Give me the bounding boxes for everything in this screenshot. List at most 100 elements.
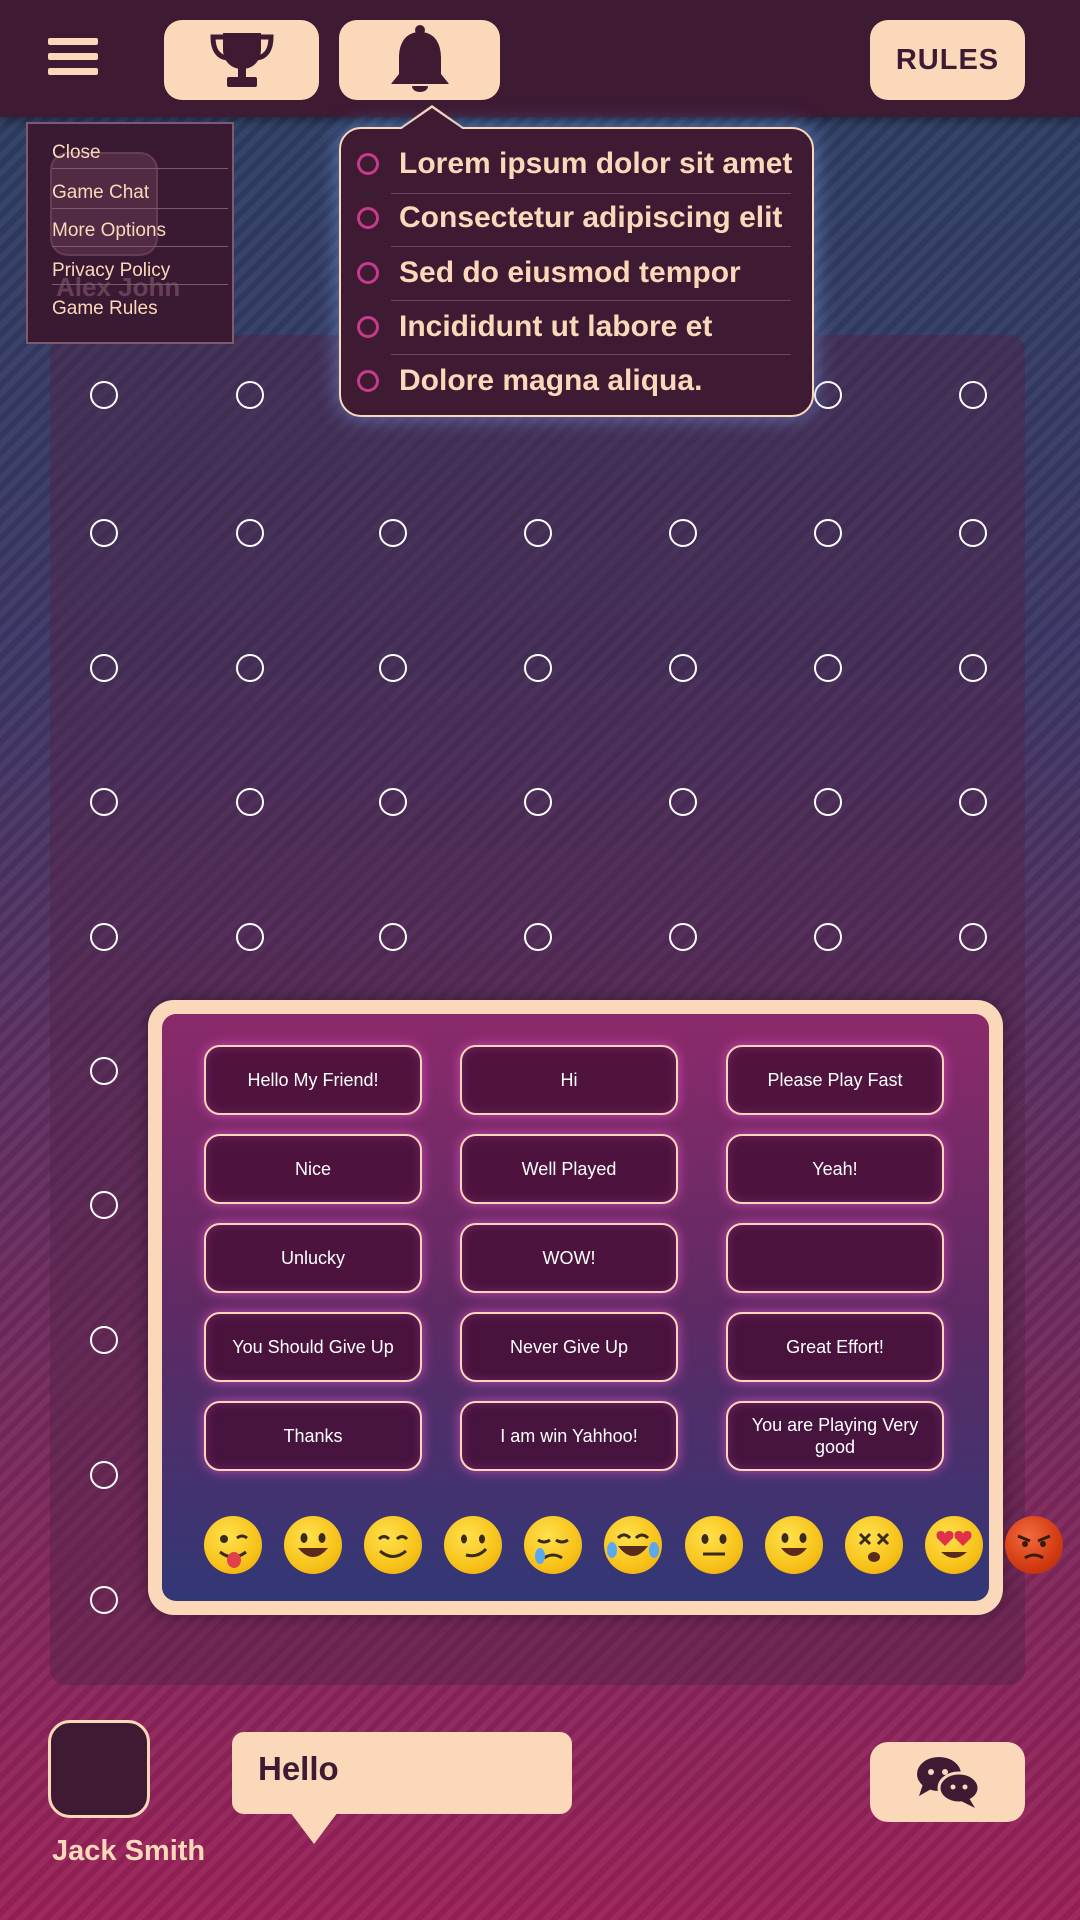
notification-item[interactable]: Lorem ipsum dolor sit amet	[357, 137, 797, 191]
rules-label: RULES	[895, 43, 1000, 76]
board-peg[interactable]	[669, 923, 697, 951]
speech-bubble: Hello	[232, 1732, 572, 1814]
quick-chat-message-button[interactable]: Well Played	[460, 1134, 678, 1204]
quick-chat-message-button[interactable]: Thanks	[204, 1401, 422, 1471]
board-peg[interactable]	[90, 788, 118, 816]
quick-chat-message-button[interactable]: Hello My Friend!	[204, 1045, 422, 1115]
board-peg[interactable]	[959, 519, 987, 547]
bullet-icon	[357, 207, 379, 229]
board-peg[interactable]	[236, 654, 264, 682]
board-peg[interactable]	[90, 381, 118, 409]
board-peg[interactable]	[524, 519, 552, 547]
board-peg[interactable]	[90, 1586, 118, 1614]
board-peg[interactable]	[90, 654, 118, 682]
grin-emoji-icon[interactable]	[284, 1516, 342, 1574]
board-peg[interactable]	[669, 654, 697, 682]
board-peg[interactable]	[90, 1326, 118, 1354]
board-peg[interactable]	[236, 381, 264, 409]
quick-chat-message-button[interactable]: Hi	[460, 1045, 678, 1115]
chat-bubbles-icon	[916, 1757, 980, 1808]
speech-bubble-text: Hello	[258, 1750, 339, 1787]
board-peg[interactable]	[669, 519, 697, 547]
menu-divider	[52, 208, 228, 209]
board-peg[interactable]	[379, 788, 407, 816]
board-peg[interactable]	[959, 654, 987, 682]
trophy-icon	[209, 33, 274, 87]
menu-item-privacy-policy[interactable]: Privacy Policy	[52, 260, 228, 282]
board-peg[interactable]	[814, 788, 842, 816]
board-peg[interactable]	[90, 1191, 118, 1219]
board-peg[interactable]	[236, 519, 264, 547]
chat-button[interactable]	[870, 1742, 1025, 1822]
notification-pointer-fill	[400, 108, 464, 130]
board-peg[interactable]	[90, 923, 118, 951]
quick-chat-message-button[interactable]: You Should Give Up	[204, 1312, 422, 1382]
quick-chat-message-button[interactable]: Great Effort!	[726, 1312, 944, 1382]
top-bar: RULES	[0, 0, 1080, 117]
notification-item[interactable]: Dolore magna aliqua.	[357, 354, 797, 408]
quick-chat-inner: Hello My Friend! Hi Please Play Fast Nice We…	[162, 1014, 1063, 1601]
notification-popover: Lorem ipsum dolor sit amet Consectetur a…	[339, 127, 814, 417]
quick-chat-message-button[interactable]: Never Give Up	[460, 1312, 678, 1382]
neutral-emoji-icon[interactable]	[685, 1516, 743, 1574]
board-peg[interactable]	[236, 788, 264, 816]
sad-tear-emoji-icon[interactable]	[524, 1516, 582, 1574]
rules-button[interactable]: RULES	[870, 20, 1025, 100]
board-peg[interactable]	[379, 654, 407, 682]
bell-icon	[390, 25, 449, 92]
menu-divider	[52, 284, 228, 285]
board-peg[interactable]	[524, 923, 552, 951]
menu-item-close[interactable]: Close	[52, 142, 228, 164]
board-peg[interactable]	[814, 519, 842, 547]
board-peg[interactable]	[90, 519, 118, 547]
quick-chat-message-button[interactable]: Unlucky	[204, 1223, 422, 1293]
quick-chat-message-button[interactable]	[726, 1223, 944, 1293]
bullet-icon	[357, 153, 379, 175]
player-avatar[interactable]	[48, 1720, 150, 1818]
quick-chat-message-button[interactable]: Yeah!	[726, 1134, 944, 1204]
board-peg[interactable]	[90, 1461, 118, 1489]
board-peg[interactable]	[959, 788, 987, 816]
quick-chat-message-button[interactable]: Nice	[204, 1134, 422, 1204]
board-peg[interactable]	[379, 923, 407, 951]
heart-eyes-emoji-icon[interactable]	[925, 1516, 983, 1574]
dizzy-emoji-icon[interactable]	[845, 1516, 903, 1574]
smirk-emoji-icon[interactable]	[444, 1516, 502, 1574]
board-peg[interactable]	[379, 519, 407, 547]
quick-chat-message-button[interactable]: Please Play Fast	[726, 1045, 944, 1115]
board-peg[interactable]	[524, 654, 552, 682]
menu-item-game-chat[interactable]: Game Chat	[52, 182, 228, 204]
board-peg[interactable]	[669, 788, 697, 816]
quick-chat-message-button[interactable]: I am win Yahhoo!	[460, 1401, 678, 1471]
bullet-icon	[357, 262, 379, 284]
angry-emoji-icon[interactable]	[1005, 1516, 1063, 1574]
happy-emoji-icon[interactable]	[765, 1516, 823, 1574]
board-peg[interactable]	[959, 381, 987, 409]
menu-divider	[52, 168, 228, 169]
menu-item-more-options[interactable]: More Options	[52, 220, 228, 242]
board-peg[interactable]	[90, 1057, 118, 1085]
board-peg[interactable]	[236, 923, 264, 951]
quick-chat-panel: Hello My Friend! Hi Please Play Fast Nice We…	[148, 1000, 1063, 1615]
bullet-icon	[357, 370, 379, 392]
board-peg[interactable]	[959, 923, 987, 951]
hamburger-menu-button[interactable]	[48, 38, 98, 82]
board-peg[interactable]	[814, 923, 842, 951]
notification-item[interactable]: Incididunt ut labore et	[357, 300, 797, 354]
hamburger-icon	[48, 38, 98, 45]
notifications-button[interactable]	[339, 20, 500, 100]
board-peg[interactable]	[524, 788, 552, 816]
quick-chat-message-button[interactable]: You are Playing Very good	[726, 1401, 944, 1471]
trophy-button[interactable]	[164, 20, 319, 100]
notification-item[interactable]: Consectetur adipiscing elit	[357, 191, 797, 245]
laugh-tears-emoji-icon[interactable]	[604, 1516, 662, 1574]
notification-item[interactable]: Sed do eiusmod tempor	[357, 246, 797, 300]
tongue-wink-emoji-icon[interactable]	[204, 1516, 262, 1574]
board-peg[interactable]	[814, 654, 842, 682]
smile-emoji-icon[interactable]	[364, 1516, 422, 1574]
board-peg[interactable]	[814, 381, 842, 409]
bullet-icon	[357, 316, 379, 338]
menu-divider	[52, 246, 228, 247]
quick-chat-message-button[interactable]: WOW!	[460, 1223, 678, 1293]
menu-item-game-rules[interactable]: Game Rules	[52, 298, 228, 320]
